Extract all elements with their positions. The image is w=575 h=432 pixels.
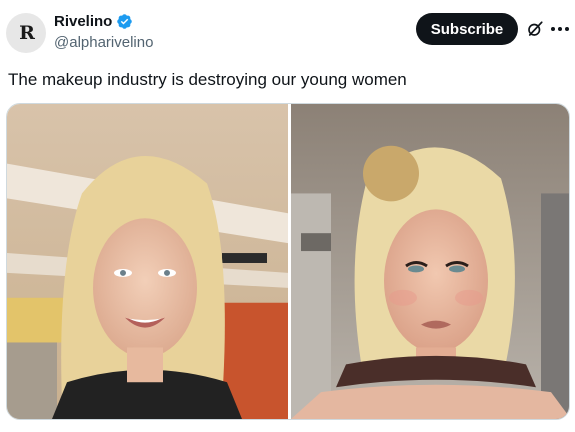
media-grid[interactable]	[6, 103, 570, 420]
more-options-icon[interactable]	[551, 27, 569, 31]
photo-with-makeup[interactable]	[291, 104, 569, 419]
grok-icon[interactable]	[526, 20, 544, 38]
author-display-name[interactable]: Rivelino	[54, 13, 112, 30]
photo-without-makeup-image	[7, 104, 288, 419]
more-dot	[551, 27, 555, 31]
more-dot	[565, 27, 569, 31]
author-name-row[interactable]: Rivelino	[54, 13, 133, 30]
subscribe-button[interactable]: Subscribe	[416, 13, 518, 45]
tweet-text: The makeup industry is destroying our yo…	[8, 70, 407, 89]
more-dot	[558, 27, 562, 31]
author-handle[interactable]: @alpharivelino	[54, 34, 153, 51]
author-avatar[interactable]: R	[6, 13, 46, 53]
photo-without-makeup[interactable]	[7, 104, 288, 419]
avatar-logo: R	[19, 22, 35, 44]
photo-with-makeup-image	[291, 104, 569, 419]
verified-badge-icon	[117, 14, 133, 29]
